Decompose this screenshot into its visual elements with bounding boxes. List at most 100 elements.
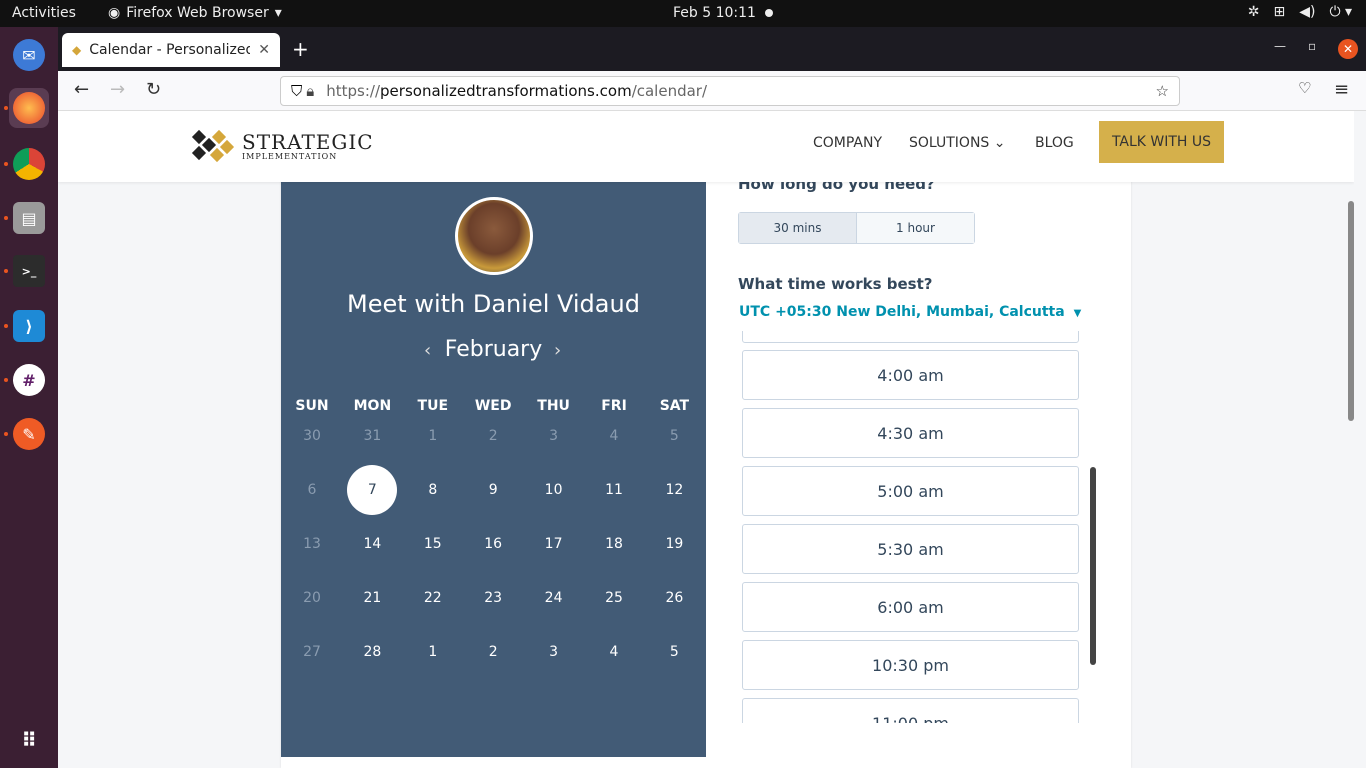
next-month-button[interactable]: › [554,340,561,361]
nav-solutions-label: SOLUTIONS [909,135,990,151]
calendar-day[interactable]: 17 [529,519,579,569]
time-slot-scrollbar[interactable] [1090,331,1096,723]
forward-button[interactable]: → [110,79,125,100]
dock-vscode[interactable]: ⟩ [4,306,49,346]
calendar-day[interactable]: 16 [468,519,518,569]
calendar-day[interactable]: 9 [468,465,518,515]
calendar-day[interactable]: 3 [529,627,579,677]
timezone-dropdown[interactable]: UTC +05:30 New Delhi, Mumbai, Calcutta ▼ [739,304,1081,320]
calendar-day[interactable]: 8 [408,465,458,515]
new-tab-button[interactable]: + [292,37,309,61]
time-slot[interactable]: 11:00 pm [742,698,1079,723]
bookmark-star-icon[interactable]: ☆ [1156,82,1169,100]
calendar-day: 6 [307,482,317,498]
time-slot[interactable]: 4:00 am [742,350,1079,400]
maximize-button[interactable]: ▫ [1308,39,1316,53]
duration-option-1-hour[interactable]: 1 hour [857,213,974,243]
calendar-day[interactable]: 10 [529,465,579,515]
nav-company[interactable]: COMPANY [813,135,882,151]
nav-blog[interactable]: BLOG [1035,135,1074,151]
shield-icon[interactable]: ⛉ [291,82,302,100]
running-indicator [4,216,8,220]
site-logo[interactable]: STRATEGIC IMPLEMENTATION [191,128,374,164]
running-indicator [4,432,8,436]
calendar-day[interactable]: 25 [589,573,639,623]
scrollbar-thumb[interactable] [1090,467,1096,665]
close-window-button[interactable]: ✕ [1338,39,1358,59]
slack-tray-icon[interactable]: ✲ [1248,4,1260,20]
calendar-day[interactable]: 15 [408,519,458,569]
duration-toggle: 30 mins 1 hour [738,212,975,244]
activities-button[interactable]: Activities [12,5,76,21]
running-indicator [4,162,8,166]
time-slot[interactable] [742,331,1079,343]
calendar-day[interactable]: 19 [649,519,699,569]
power-icon[interactable]: ⏻ ▾ [1329,4,1352,20]
app-menu[interactable]: ◉ Firefox Web Browser ▾ [108,5,282,21]
dock-slack[interactable]: # [4,360,49,400]
dock-firefox[interactable] [4,88,49,128]
system-top-bar: Activities ◉ Firefox Web Browser ▾ Feb 5… [0,0,1366,27]
calendar-day[interactable]: 21 [347,573,397,623]
calendar-day[interactable]: 5 [649,627,699,677]
chevron-down-icon: ⌄ [993,135,1006,151]
reload-button[interactable]: ↻ [146,79,161,100]
calendar-day: 4 [609,428,619,444]
time-slot[interactable]: 10:30 pm [742,640,1079,690]
duration-option-30-mins[interactable]: 30 mins [739,213,857,243]
url-bar[interactable]: ⛉ 🔒︎ https:// personalizedtransformation… [280,76,1180,106]
time-slot[interactable]: 5:00 am [742,466,1079,516]
dock-terminal[interactable]: >_ [4,251,49,291]
browser-nav-bar: ← → ↻ ⛉ 🔒︎ https:// personalizedtransfor… [58,71,1366,111]
files-icon: ▤ [13,202,45,234]
volume-icon[interactable]: ◀) [1299,4,1315,20]
calendar-day[interactable]: 12 [649,465,699,515]
back-button[interactable]: ← [74,79,89,100]
calendar-day[interactable]: 11 [589,465,639,515]
calendar-panel: Meet with Daniel Vidaud ‹ February › SUN… [281,157,706,757]
calendar-day[interactable]: 4 [589,627,639,677]
dock-chrome[interactable] [4,144,49,184]
calendar-day[interactable]: 1 [408,627,458,677]
nav-solutions[interactable]: SOLUTIONS ⌄ [909,135,1006,151]
calendar-day: 27 [303,644,321,660]
minimize-button[interactable]: — [1274,39,1286,53]
close-tab-icon[interactable]: ✕ [258,42,270,58]
calendar-day[interactable]: 23 [468,573,518,623]
url-path: /calendar/ [631,82,708,100]
calendar-day: 30 [303,428,321,444]
clock[interactable]: Feb 5 10:11 [673,5,756,21]
network-icon[interactable]: ⊞ [1273,4,1285,20]
time-slot[interactable]: 6:00 am [742,582,1079,632]
calendar-day[interactable]: 24 [529,573,579,623]
site-favicon-icon: ◆ [72,43,82,57]
calendar-day-selected[interactable]: 7 [347,465,398,515]
time-slot[interactable]: 5:30 am [742,524,1079,574]
calendar-day[interactable]: 14 [347,519,397,569]
calendar-day[interactable]: 18 [589,519,639,569]
time-slot[interactable]: 4:30 am [742,408,1079,458]
running-indicator [4,269,8,273]
pocket-icon[interactable]: ♡ [1298,79,1311,97]
tab-calendar[interactable]: ◆ Calendar - Personalized T ✕ [62,33,280,67]
system-tray[interactable]: ✲ ⊞ ◀) ⏻ ▾ [1248,4,1352,20]
calendar-day[interactable]: 28 [347,627,397,677]
calendar-day[interactable]: 22 [408,573,458,623]
hamburger-menu-icon[interactable]: ≡ [1334,79,1349,100]
dock-postman[interactable]: ✎ [4,414,49,454]
calendar-day[interactable]: 26 [649,573,699,623]
talk-with-us-button[interactable]: TALK WITH US [1099,121,1224,163]
thunderbird-icon: ✉ [13,39,45,71]
browser-tab-bar: ◆ Calendar - Personalized T ✕ + — ▫ ✕ [58,27,1366,71]
scheduler-panel: How long do you need? 30 mins 1 hour Wha… [706,157,1131,757]
calendar-day: 20 [303,590,321,606]
page-scrollbar[interactable] [1348,201,1354,421]
lock-icon[interactable]: 🔒︎ [306,82,314,100]
calendar-day[interactable]: 2 [468,627,518,677]
dock-thunderbird[interactable]: ✉ [9,35,49,75]
dock-app-grid[interactable]: ⠿ [9,720,49,760]
running-indicator [4,106,8,110]
dock-files[interactable]: ▤ [4,198,49,238]
firefox-icon [13,92,45,124]
notification-dot [765,9,773,17]
